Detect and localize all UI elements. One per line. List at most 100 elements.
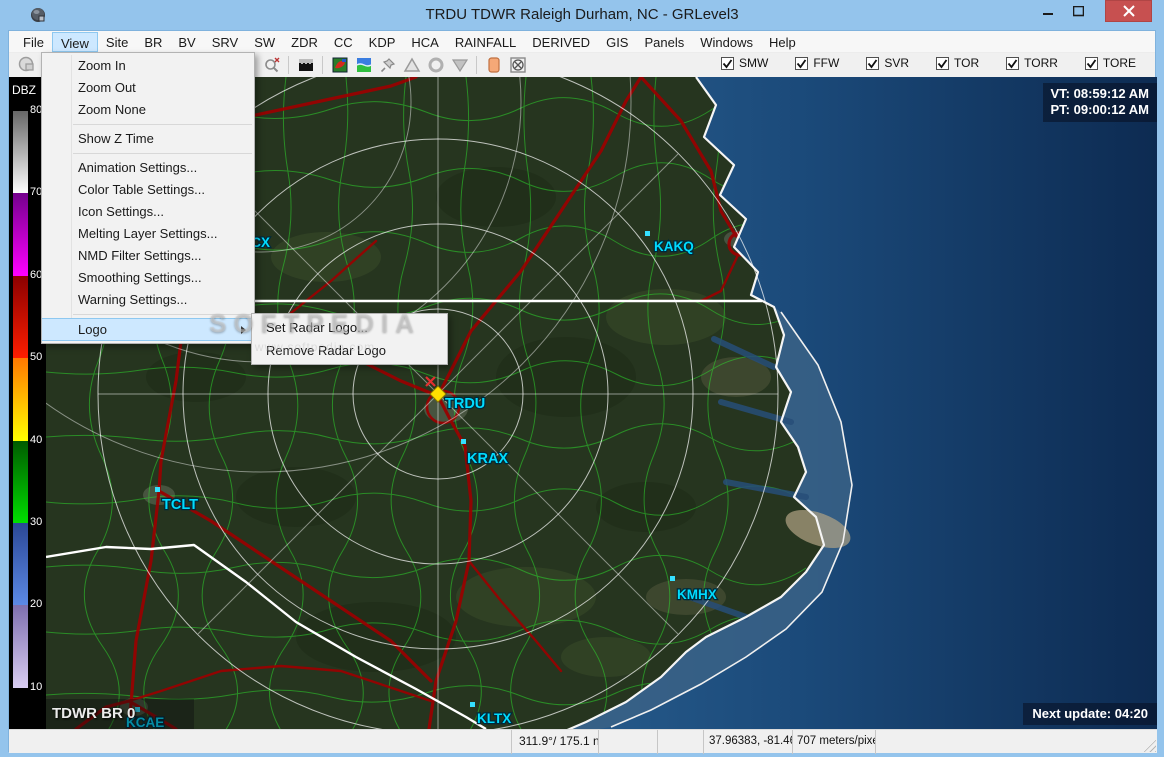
menu-item-logo[interactable]: Logo [42, 318, 254, 341]
menu-separator [73, 124, 252, 125]
color-table-button[interactable] [329, 55, 350, 75]
menu-item-nmd-filter-settings[interactable]: NMD Filter Settings... [42, 245, 254, 267]
check-icon [937, 58, 948, 68]
toggle-ffw[interactable]: FFW [795, 56, 839, 70]
tore-checkbox[interactable] [1084, 56, 1098, 70]
menu-srv[interactable]: SRV [204, 32, 247, 52]
menu-hca[interactable]: HCA [403, 32, 446, 52]
triangle-up-button[interactable] [401, 55, 422, 75]
menu-item-zoom-out[interactable]: Zoom Out [42, 77, 254, 99]
menu-item-label: Melting Layer Settings... [78, 226, 218, 241]
gis-background-button[interactable] [353, 55, 374, 75]
product-label-box: TDWR BR 0 [46, 699, 194, 729]
menu-item-label: Color Table Settings... [78, 182, 205, 197]
menu-bv[interactable]: BV [170, 32, 203, 52]
ring-icon [428, 57, 443, 73]
colorbar-tick: 40 [30, 434, 43, 446]
menu-item-label: Zoom None [78, 102, 146, 117]
triangle-up-icon [403, 57, 420, 72]
colorbar-segment [13, 440, 28, 524]
menu-item-label: Zoom In [78, 58, 126, 73]
ffw-checkbox[interactable] [795, 56, 809, 70]
toggle-tore[interactable]: TORE [1084, 56, 1137, 70]
ring-button[interactable] [425, 55, 446, 75]
menu-item-label: Remove Radar Logo [266, 343, 386, 358]
minimize-button[interactable] [1033, 0, 1063, 22]
smw-checkbox[interactable] [721, 56, 734, 70]
menu-site[interactable]: Site [98, 32, 136, 52]
toggle-label: TOR [954, 56, 980, 70]
status-bar: 311.9°/ 175.1 nm 37.96383, -81.46970 707… [9, 729, 1157, 754]
zoom-none-button[interactable] [261, 55, 282, 75]
placefile-marker-button[interactable] [377, 55, 398, 75]
svr-checkbox[interactable] [866, 56, 880, 70]
menu-item-warning-settings[interactable]: Warning Settings... [42, 289, 254, 311]
menu-bar: File View Site BR BV SRV SW ZDR CC KDP H… [9, 31, 1155, 53]
colorbar-segment [13, 111, 28, 194]
menu-separator [73, 314, 252, 315]
maximize-button[interactable] [1063, 0, 1093, 22]
toggle-smw[interactable]: SMW [721, 56, 768, 70]
menu-item-set-radar-logo[interactable]: Set Radar Logo... [252, 316, 447, 339]
menu-sw[interactable]: SW [246, 32, 283, 52]
nav-disabled-button[interactable] [17, 55, 39, 75]
menu-item-label: Set Radar Logo... [266, 320, 368, 335]
colorbar-segment [13, 193, 28, 277]
valid-time: VT: 08:59:12 AM [1050, 86, 1150, 101]
menu-item-remove-radar-logo[interactable]: Remove Radar Logo [252, 339, 447, 362]
menu-gis[interactable]: GIS [598, 32, 636, 52]
toggle-svr[interactable]: SVR [866, 56, 909, 70]
toggle-label: TORR [1024, 56, 1058, 70]
menu-view[interactable]: View [51, 31, 98, 52]
menu-item-label: Warning Settings... [78, 292, 188, 307]
menu-item-show-z-time[interactable]: Show Z Time [42, 128, 254, 150]
toggle-label: TORE [1102, 56, 1137, 70]
status-panel-empty [598, 730, 657, 754]
menu-panels[interactable]: Panels [636, 32, 692, 52]
menu-item-icon-settings[interactable]: Icon Settings... [42, 201, 254, 223]
torr-checkbox[interactable] [1006, 56, 1020, 70]
colorbar-tick: 30 [30, 516, 43, 528]
status-panel-empty [657, 730, 703, 754]
titlebar[interactable]: TRDU TDWR Raleigh Durham, NC - GRLevel3 [0, 0, 1164, 30]
maximize-icon [1072, 5, 1084, 16]
menu-kdp[interactable]: KDP [361, 32, 404, 52]
toolbar-separator [476, 56, 477, 74]
triangle-down-button[interactable] [449, 55, 470, 75]
close-button[interactable] [1105, 0, 1152, 22]
melting-layer-button[interactable] [295, 55, 316, 75]
menu-br[interactable]: BR [136, 32, 170, 52]
colorbar-segment [13, 358, 28, 442]
menu-item-zoom-none[interactable]: Zoom None [42, 99, 254, 121]
menu-zdr[interactable]: ZDR [283, 32, 326, 52]
station-label: TCLT [162, 497, 198, 513]
toggle-torr[interactable]: TORR [1006, 56, 1058, 70]
menu-file[interactable]: File [15, 32, 52, 52]
menu-item-color-table-settings[interactable]: Color Table Settings... [42, 179, 254, 201]
menu-item-label: Logo [78, 322, 107, 337]
check-icon [868, 58, 878, 68]
menu-cc[interactable]: CC [326, 32, 361, 52]
product-label: TDWR BR 0 [52, 705, 136, 722]
globe-disabled-icon [18, 56, 34, 72]
colorbar-segment [13, 275, 28, 359]
menu-item-zoom-in[interactable]: Zoom In [42, 55, 254, 77]
triangle-down-icon [451, 59, 468, 73]
menu-windows[interactable]: Windows [692, 32, 761, 52]
submenu-arrow-icon [241, 326, 246, 334]
menu-item-animation-settings[interactable]: Animation Settings... [42, 157, 254, 179]
menu-derived[interactable]: DERIVED [524, 32, 598, 52]
toggle-label: SVR [884, 56, 910, 70]
menu-item-smoothing-settings[interactable]: Smoothing Settings... [42, 267, 254, 289]
warning-polygon-button[interactable] [483, 55, 504, 75]
colorbar-tick: 10 [30, 681, 43, 693]
toggle-tor[interactable]: TOR [936, 56, 979, 70]
tor-checkbox[interactable] [936, 56, 950, 70]
menu-help[interactable]: Help [761, 32, 804, 52]
radar-site-button[interactable] [507, 55, 528, 75]
menu-item-melting-layer-settings[interactable]: Melting Layer Settings... [42, 223, 254, 245]
check-icon [797, 58, 807, 68]
station-label: KRAX [467, 451, 508, 467]
time-overlay: VT: 08:59:12 AM PT: 09:00:12 AM [1042, 83, 1157, 122]
menu-rainfall[interactable]: RAINFALL [447, 32, 524, 52]
